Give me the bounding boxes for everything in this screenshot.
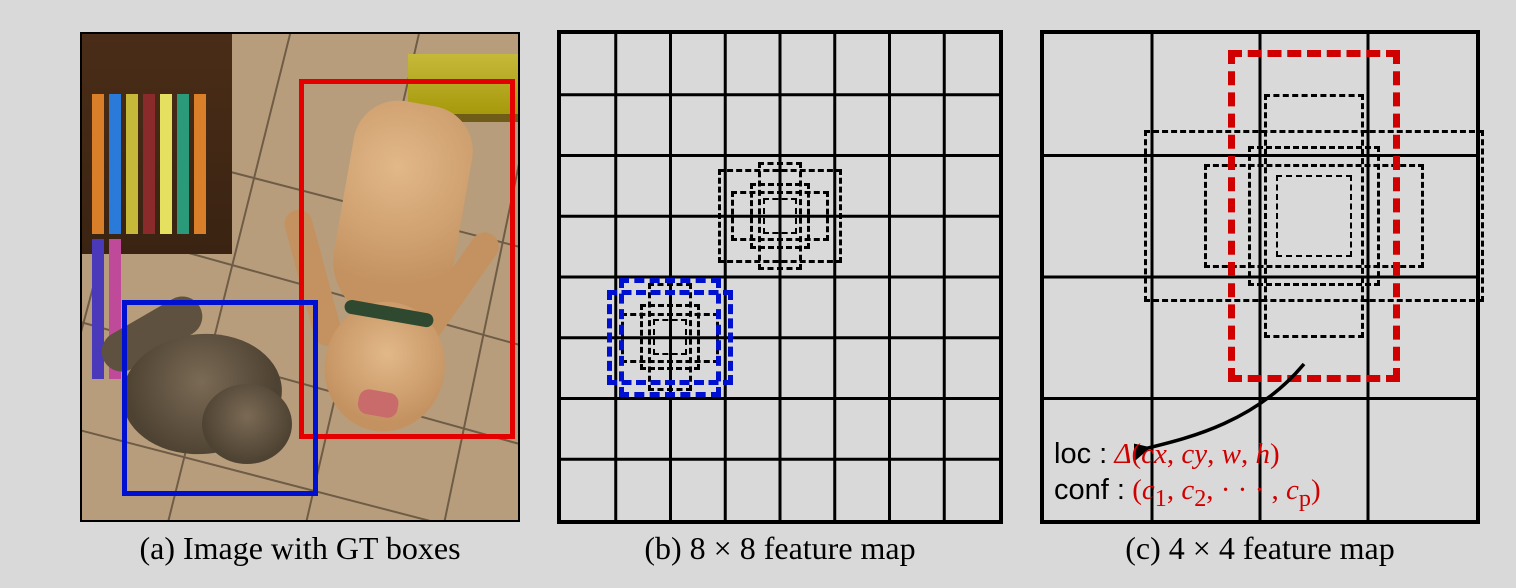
conf-label: conf : <box>1054 474 1125 506</box>
gt-box-dog <box>299 79 515 439</box>
loc-value: Δ(cx, cy, w, h) <box>1114 438 1279 470</box>
caption-c: (c) 4 × 4 feature map <box>1040 530 1480 567</box>
matched-default-box-red <box>1228 50 1400 382</box>
conf-value: (c1, c2, · · · , cp) <box>1132 474 1320 506</box>
panel-c-4x4: loc : Δ(cx, cy, w, h) conf : (c1, c2, · … <box>1040 30 1480 524</box>
panel-b-8x8 <box>557 30 1003 524</box>
matched-default-box-blue <box>619 278 721 397</box>
default-box <box>718 169 842 263</box>
caption-a: (a) Image with GT boxes <box>80 530 520 567</box>
panel-a-image <box>80 32 520 522</box>
bookshelf <box>82 34 232 254</box>
caption-b: (b) 8 × 8 feature map <box>557 530 1003 567</box>
loc-label: loc : <box>1054 438 1107 470</box>
grid-8x8 <box>561 34 999 520</box>
books <box>92 94 217 234</box>
figure: loc : Δ(cx, cy, w, h) conf : (c1, c2, · … <box>0 0 1516 588</box>
gt-box-cat <box>122 300 318 496</box>
prediction-labels: loc : Δ(cx, cy, w, h) conf : (c1, c2, · … <box>1054 436 1321 514</box>
